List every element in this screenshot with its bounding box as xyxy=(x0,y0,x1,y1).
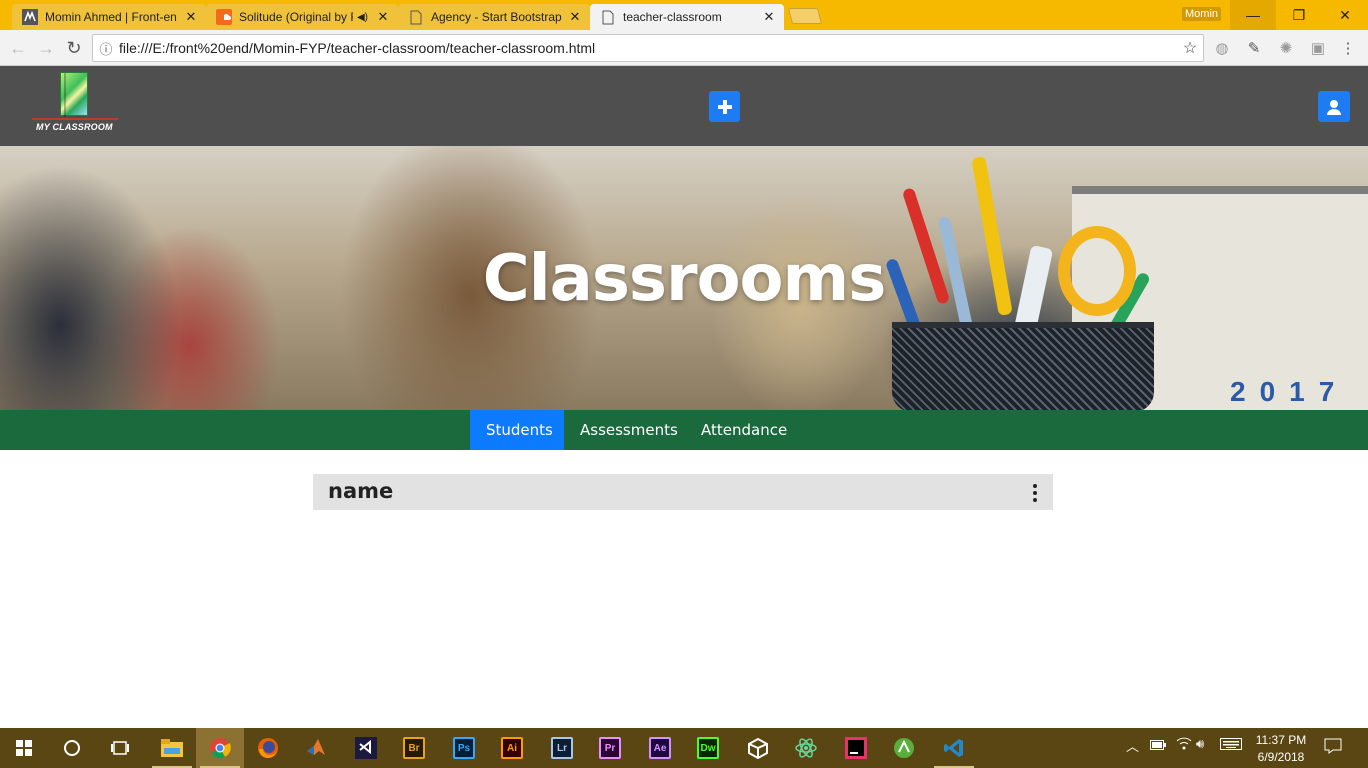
my-classroom-logo[interactable]: MY CLASSROOM xyxy=(30,72,120,138)
tab-title: teacher-classroom xyxy=(623,10,722,24)
more-options-icon[interactable] xyxy=(1028,484,1042,502)
volume-icon[interactable]: 🔊︎ xyxy=(1196,736,1204,752)
illustrator-icon[interactable]: Ai xyxy=(488,728,536,768)
calendar-year: 2017 xyxy=(1230,376,1349,407)
tab-title: Agency - Start Bootstrap xyxy=(431,10,562,24)
globe-icon[interactable]: ◍ xyxy=(1212,38,1232,58)
m-logo-icon xyxy=(22,9,38,25)
clock-time: 11:37 PM xyxy=(1255,733,1307,747)
page-icon xyxy=(408,9,424,25)
file-explorer-icon[interactable] xyxy=(148,728,196,768)
unity-icon[interactable] xyxy=(734,728,782,768)
user-icon xyxy=(1327,99,1341,115)
windows-start-icon[interactable] xyxy=(0,728,48,768)
close-icon[interactable]: ✕ xyxy=(568,9,582,25)
speaker-icon[interactable]: ◀) xyxy=(357,12,368,23)
hero-banner: 2017 Classrooms xyxy=(0,146,1368,410)
notifications-icon[interactable] xyxy=(1324,738,1342,757)
new-tab-button[interactable] xyxy=(787,8,823,24)
close-icon[interactable]: ✕ xyxy=(376,9,390,25)
premiere-icon[interactable]: Pr xyxy=(586,728,634,768)
name-column-header: name xyxy=(328,479,394,503)
bridge-icon[interactable]: Br xyxy=(390,728,438,768)
react-icon[interactable]: ✺ xyxy=(1276,38,1296,58)
visual-studio-icon[interactable] xyxy=(342,728,390,768)
firefox-icon[interactable] xyxy=(244,728,292,768)
taskbar-clock[interactable]: 11:37 PM 6/9/2018 xyxy=(1250,732,1312,766)
page-title: Classrooms xyxy=(482,242,887,316)
lightroom-icon[interactable]: Lr xyxy=(538,728,586,768)
bookmark-star-icon[interactable]: ☆ xyxy=(1177,38,1203,58)
android-studio-icon[interactable] xyxy=(880,728,928,768)
pencil-cup-image xyxy=(892,322,1154,410)
logo-book-icon xyxy=(60,72,88,117)
minimize-button[interactable]: — xyxy=(1230,0,1276,30)
url-text[interactable]: file:///E:/front%20end/Momin-FYP/teacher… xyxy=(119,40,1177,56)
info-icon[interactable]: ⓘ xyxy=(93,39,119,58)
browser-tab-portfolio[interactable]: Momin Ahmed | Front-en ✕ xyxy=(12,4,206,30)
back-icon[interactable]: ← xyxy=(6,36,30,60)
forward-icon[interactable]: → xyxy=(34,36,58,60)
task-view-icon[interactable] xyxy=(96,728,144,768)
after-effects-icon[interactable]: Ae xyxy=(636,728,684,768)
browser-titlebar: Momin Ahmed | Front-en ✕ Solitude (Origi… xyxy=(0,0,1368,30)
tab-students[interactable]: Students xyxy=(470,410,564,450)
vscode-icon[interactable] xyxy=(930,728,978,768)
browser-toolbar: ← → ↻ ⓘ file:///E:/front%20end/Momin-FYP… xyxy=(0,30,1368,66)
wifi-icon[interactable] xyxy=(1176,736,1192,753)
tab-attendance[interactable]: Attendance xyxy=(685,410,803,450)
cortana-icon[interactable] xyxy=(48,728,96,768)
show-hidden-icons[interactable]: ︿ xyxy=(1126,736,1139,755)
atom-icon[interactable] xyxy=(782,728,830,768)
tab-title: Momin Ahmed | Front-en xyxy=(45,10,177,24)
windows-taskbar: Br Ps Ai Lr Pr Ae Dw ︿ 🔊︎ xyxy=(0,728,1368,768)
page-icon xyxy=(600,9,616,25)
keyboard-icon[interactable] xyxy=(1220,738,1242,753)
close-window-button[interactable]: ✕ xyxy=(1322,0,1368,30)
battery-icon[interactable] xyxy=(1150,738,1166,753)
matlab-icon[interactable] xyxy=(292,728,340,768)
close-icon[interactable]: ✕ xyxy=(184,9,198,25)
intellij-icon[interactable] xyxy=(832,728,880,768)
close-icon[interactable]: ✕ xyxy=(762,9,776,25)
section-tabbar: Students Assessments Attendance xyxy=(0,410,1368,450)
tab-title: Solitude (Original by F xyxy=(239,10,353,24)
app-navbar: MY CLASSROOM xyxy=(0,66,1368,146)
profile-button[interactable]: Momin xyxy=(1182,7,1222,21)
menu-kebab-icon[interactable]: ⋮ xyxy=(1338,38,1358,58)
plus-icon xyxy=(717,99,732,114)
browser-tab-agency[interactable]: Agency - Start Bootstrap ✕ xyxy=(398,4,590,30)
students-list-header: name xyxy=(313,474,1053,510)
soundcloud-icon xyxy=(216,9,232,25)
photoshop-icon[interactable]: Ps xyxy=(440,728,488,768)
add-classroom-button[interactable] xyxy=(709,91,740,122)
browser-tab-soundcloud[interactable]: Solitude (Original by F ◀) ✕ xyxy=(206,4,398,30)
extension-icon[interactable]: ▣ xyxy=(1308,38,1328,58)
logo-text: MY CLASSROOM xyxy=(36,122,113,132)
logo-underline xyxy=(32,118,118,120)
tab-assessments[interactable]: Assessments xyxy=(564,410,694,450)
dreamweaver-icon[interactable]: Dw xyxy=(684,728,732,768)
user-profile-button[interactable] xyxy=(1318,91,1350,122)
clock-date: 6/9/2018 xyxy=(1257,750,1305,764)
browser-tab-teacher-classroom[interactable]: teacher-classroom ✕ xyxy=(590,4,784,30)
restore-button[interactable]: ❐ xyxy=(1276,0,1322,30)
eyedropper-icon[interactable]: ✎ xyxy=(1244,38,1264,58)
reload-icon[interactable]: ↻ xyxy=(62,36,86,60)
address-bar[interactable]: ⓘ file:///E:/front%20end/Momin-FYP/teach… xyxy=(92,34,1204,62)
chrome-icon[interactable] xyxy=(196,728,244,768)
